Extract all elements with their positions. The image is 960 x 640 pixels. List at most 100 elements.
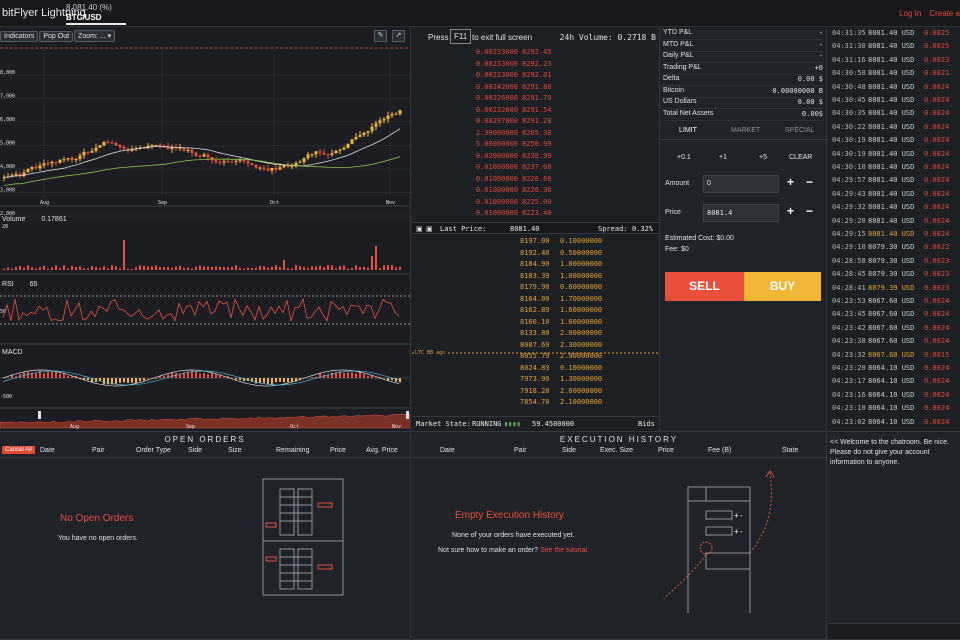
bid-size: 2.60000000 [560, 386, 603, 395]
ask-row[interactable]: 0.00233000 8292.45 [472, 48, 564, 56]
bid-row[interactable]: 8087.69 2.30000000 [520, 341, 620, 349]
tab-limit[interactable]: LIMIT [679, 127, 697, 134]
bid-row[interactable]: 7854.70 2.10000000 [520, 398, 620, 406]
bid-row[interactable]: 8183.39 1.00000000 [520, 272, 620, 280]
login-link[interactable]: Log In [899, 9, 921, 18]
ask-row[interactable]: 0.00297000 8291.28 [472, 117, 564, 125]
column-header[interactable]: Price [658, 447, 674, 454]
rsi-label: RSI 65 [2, 281, 38, 288]
price-plus-button[interactable]: + [787, 204, 794, 218]
bid-row[interactable]: 8024.83 0.10000000 [520, 364, 620, 372]
trade-row: 04:23:53 8067.60 USD 0.0024 [832, 297, 949, 305]
create-account-link[interactable]: Create a [929, 9, 960, 18]
amount-minus-button[interactable]: − [806, 175, 813, 189]
ask-price: 8292.01 [522, 71, 552, 79]
buy-button[interactable]: BUY [744, 272, 821, 301]
sell-button[interactable]: SELL [665, 272, 744, 301]
bid-row[interactable]: 8162.89 1.60000000 [520, 306, 620, 314]
bid-row[interactable]: 7918.20 2.60000000 [520, 387, 620, 395]
macd-bar [267, 378, 269, 385]
volume-bar [275, 265, 277, 270]
ask-row[interactable]: 0.01000000 8237.60 [472, 163, 564, 171]
column-header[interactable]: Remaining [276, 447, 309, 454]
ticker-price: 8,081.40 (%) [66, 3, 112, 12]
column-header[interactable]: Pair [92, 447, 104, 454]
candle-body [298, 161, 302, 163]
quick-add-1-button[interactable]: +1 [719, 154, 727, 161]
amount-plus-button[interactable]: + [787, 175, 794, 189]
ask-row[interactable]: 0.00233000 8292.23 [472, 60, 564, 68]
total-value: 59.4500000 [532, 420, 575, 428]
ask-row[interactable]: 0.01000000 8225.00 [472, 198, 564, 206]
candle-body [390, 114, 394, 116]
volume-bar [319, 265, 321, 270]
column-header[interactable]: Price [330, 447, 346, 454]
column-header[interactable]: Date [40, 447, 55, 454]
clear-button[interactable]: CLEAR [789, 154, 812, 161]
trade-time: 04:23:32 [832, 350, 866, 359]
bid-size: 1.60000000 [560, 317, 603, 326]
bid-price: 8160.10 [520, 317, 550, 326]
ask-row[interactable]: 0.00232000 8291.54 [472, 106, 564, 114]
tab-market[interactable]: MARKET [731, 127, 760, 134]
volume-bar [199, 265, 201, 270]
quick-add-5-button[interactable]: +5 [759, 154, 767, 161]
account-row-value: - [818, 29, 823, 37]
ask-size: 0.01000000 [475, 209, 518, 217]
bid-row[interactable]: 8160.10 1.60000000 [520, 318, 620, 326]
bid-row[interactable]: 8192.40 0.50000000 [520, 249, 620, 257]
column-header[interactable]: Fee (B) [708, 447, 731, 454]
trade-price: 8081.40 USD [868, 96, 915, 104]
column-header[interactable]: Date [440, 447, 455, 454]
bid-row[interactable]: 8184.90 1.00000000 [520, 260, 620, 268]
ask-row[interactable]: 0.00242000 8291.88 [472, 83, 564, 91]
column-header[interactable]: Exec. Size [600, 447, 633, 454]
ticker-tab[interactable]: 8,081.40 (%) BTC/USD [66, 3, 126, 25]
tutorial-link[interactable]: See the tutorial. [540, 547, 589, 554]
column-header[interactable]: State [782, 447, 798, 454]
cancel-all-button[interactable]: Cancel All [2, 446, 35, 454]
ask-row[interactable]: 0.00233000 8292.01 [472, 71, 564, 79]
ask-row[interactable]: 0.00226000 8291.79 [472, 94, 564, 102]
bid-row[interactable]: 8133.80 2.00000000 [520, 329, 620, 337]
chat-input[interactable] [828, 623, 960, 639]
macd-bar [263, 378, 265, 383]
column-header[interactable]: Side [562, 447, 576, 454]
account-row-label: Total Net Assets [663, 109, 714, 117]
quick-add-0-1-button[interactable]: +0.1 [677, 154, 691, 161]
candle-body [62, 159, 66, 161]
price-minus-button[interactable]: − [806, 204, 813, 218]
column-header[interactable]: Order Type [136, 447, 171, 454]
amount-input[interactable]: 0 [703, 175, 779, 193]
candle-body [370, 126, 374, 132]
ask-row[interactable]: 0.01000000 8226.36 [472, 186, 564, 194]
ask-price: 8292.23 [522, 59, 552, 68]
ask-row[interactable]: 5.00000000 8250.99 [472, 140, 564, 148]
bid-size: 2.90000000 [560, 352, 603, 360]
trade-price: 8064.10 USD [868, 390, 915, 399]
volume-bar [103, 266, 105, 270]
trade-price: 8067.60 USD [868, 350, 915, 359]
bid-row[interactable]: 8197.00 0.10000000 [520, 237, 620, 245]
column-header[interactable]: Side [188, 447, 202, 454]
ask-row[interactable]: 0.02000000 8238.99 [472, 152, 564, 160]
price-input[interactable]: 8081.4 [703, 204, 779, 222]
candle-body [102, 141, 106, 146]
tab-special[interactable]: SPECIAL [785, 127, 815, 134]
column-header[interactable]: Avg. Price [366, 447, 398, 454]
bid-size: 1.60000000 [560, 306, 603, 314]
trade-time: 04:23:42 [832, 323, 866, 332]
bid-row[interactable]: 8179.90 0.60000000 [520, 283, 620, 291]
macd-bar [87, 378, 89, 380]
ask-row[interactable]: 0.01000000 8226.60 [472, 175, 564, 183]
ask-row[interactable]: 2.30000000 8265.30 [472, 129, 564, 137]
bid-row[interactable]: 8164.00 1.70000000 [520, 295, 620, 303]
trade-amount: 0.0024 [924, 203, 950, 212]
ask-row[interactable]: 0.01000000 8223.40 [472, 209, 564, 217]
bid-row[interactable]: 8055.79 2.90000000 [520, 352, 620, 360]
volume-bar [367, 267, 369, 270]
candle-body [86, 152, 90, 154]
column-header[interactable]: Pair [514, 447, 526, 454]
bid-row[interactable]: 7973.90 1.30000000 [520, 375, 620, 383]
column-header[interactable]: Size [228, 447, 242, 454]
